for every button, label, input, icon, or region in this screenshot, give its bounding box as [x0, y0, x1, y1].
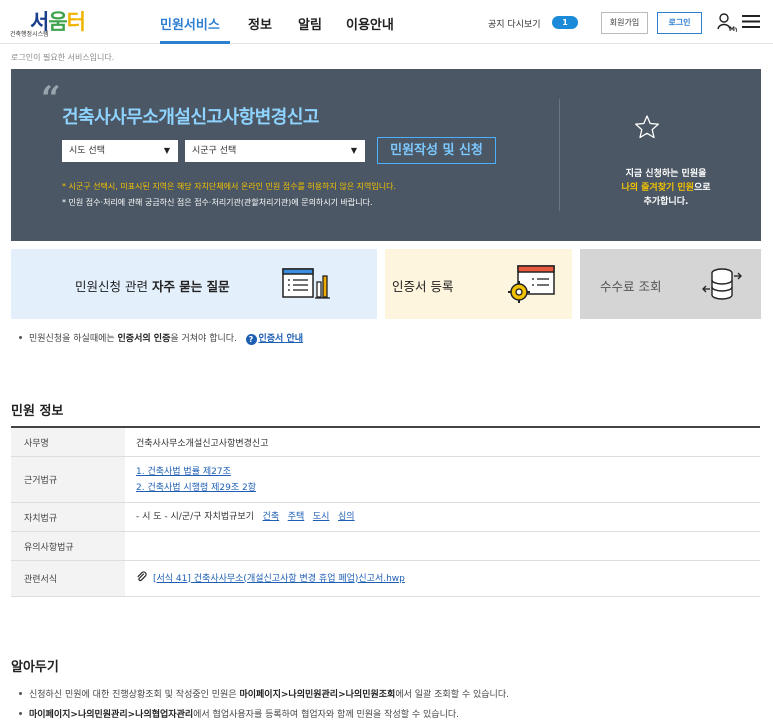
- chevron-down-icon: ▼: [163, 146, 170, 155]
- faq-board-icon: [282, 268, 330, 299]
- favorite-text-line2[interactable]: 나의 즐겨찾기 민원으로: [571, 180, 761, 193]
- row-value: 건축사사무소개설신고사항변경신고: [136, 438, 269, 449]
- chevron-down-icon: ▼: [350, 146, 357, 155]
- favorite-text-line1: 지금 신청하는 민원을: [625, 169, 707, 179]
- service-hero: “ 건축사사무소개설신고사항변경신고 시도 선택 ▼ 시군구 선택 ▼ 민원작성 및…: [11, 69, 761, 241]
- bullet: [19, 336, 22, 339]
- star-icon[interactable]: [634, 114, 660, 140]
- row-value: - 시 도 - 시/군/구 자치법규보기 건축 주택 도시 심의: [136, 512, 355, 522]
- nav-active-underline: [160, 41, 230, 44]
- local-law-link-building[interactable]: 건축: [263, 512, 280, 522]
- faq-card-label: 민원신청 관련 자주 묻는 질문: [75, 279, 230, 294]
- table-row: 사무명 건축사사무소개설신고사항변경신고: [11, 428, 760, 457]
- nav-civil-service[interactable]: 민원서비스: [160, 14, 220, 33]
- local-law-link-city[interactable]: 도시: [313, 512, 330, 522]
- know-item-1: 신청하신 민원에 대한 진행상황조회 및 작성중인 민원은 마이페이지>나의민원…: [19, 687, 509, 700]
- know-item-2: 마이페이지>나의민원관리>나의협업자관리에서 협업사용자를 등록하여 협업자와 …: [19, 707, 459, 720]
- cert-guide-link[interactable]: ? 인증서 안내: [245, 334, 303, 345]
- svg-text:My: My: [729, 26, 737, 32]
- table-row: 근거법규 1. 건축사법 법률 제27조 2. 건축사법 시행령 제29조 2항: [11, 457, 760, 503]
- row-header: 관련서식: [11, 561, 125, 596]
- info-section-title: 민원 정보: [11, 404, 64, 419]
- bullet: [19, 712, 22, 715]
- nav-notice[interactable]: 알림: [298, 14, 322, 33]
- login-required-notice: 로그인이 필요한 서비스입니다.: [11, 53, 115, 62]
- question-icon: ?: [245, 334, 257, 345]
- info-table: 사무명 건축사사무소개설신고사항변경신고 근거법규 1. 건축사법 법률 제27…: [11, 426, 760, 597]
- form-download-link[interactable]: [서식 41] 건축사사무소(개설신고사항 변경 휴업 폐업)신고서.hwp: [153, 574, 405, 584]
- join-button[interactable]: 회원가입: [601, 12, 648, 34]
- local-law-link-review[interactable]: 심의: [338, 512, 355, 522]
- paperclip-icon: [137, 570, 147, 581]
- row-value: [서식 41] 건축사사무소(개설신고사항 변경 휴업 폐업)신고서.hwp: [125, 561, 760, 596]
- row-value: [125, 532, 760, 560]
- favorite-text-line3: 추가합니다.: [643, 197, 689, 207]
- row-header: 근거법규: [11, 457, 125, 502]
- region-note: * 시군구 선택시, 미표시된 지역은 해당 자치단체에서 온라인 민원 접수를…: [62, 182, 396, 191]
- database-icon: [702, 268, 742, 300]
- contact-note: * 민원 접수·처리에 관해 궁금하신 점은 접수·처리기관(관할처리기관)에 …: [62, 198, 373, 207]
- fee-card-label: 수수료 조회: [600, 279, 662, 294]
- login-button[interactable]: 로그인: [657, 12, 702, 34]
- know-section-title: 알아두기: [11, 660, 59, 675]
- hero-divider: [559, 99, 560, 211]
- row-header: 사무명: [11, 428, 125, 456]
- logo[interactable]: 서움터 건축행정시스템: [10, 6, 100, 38]
- hamburger-menu-icon[interactable]: [742, 14, 760, 29]
- law-link-2[interactable]: 2. 건축사법 시행령 제29조 2항: [136, 483, 256, 493]
- law-link-1[interactable]: 1. 건축사법 법률 제27조: [136, 467, 231, 477]
- table-row: 자치법규 - 시 도 - 시/군/구 자치법규보기 건축 주택 도시 심의: [11, 503, 760, 532]
- local-law-link-housing[interactable]: 주택: [288, 512, 305, 522]
- notice-toggle[interactable]: 1: [552, 16, 578, 29]
- quote-icon: “: [41, 79, 61, 119]
- certificate-note: 민원신청을 하실때에는 인증서의 인증을 거쳐야 합니다. ? 인증서 안내: [19, 331, 303, 345]
- sido-select[interactable]: 시도 선택 ▼: [62, 140, 178, 162]
- cert-card-label: 인증서 등록: [392, 279, 454, 294]
- table-row: 유의사항법규: [11, 532, 760, 561]
- bullet: [19, 692, 22, 695]
- sigungu-select[interactable]: 시군구 선택 ▼: [185, 140, 365, 162]
- apply-button[interactable]: 민원작성 및 신청: [377, 137, 496, 164]
- notice-replay-label[interactable]: 공지 다시보기: [488, 17, 541, 30]
- certificate-gear-icon: [508, 265, 555, 303]
- faq-card[interactable]: 민원신청 관련 자주 묻는 질문: [11, 249, 377, 319]
- my-page-icon[interactable]: My: [717, 12, 737, 32]
- table-row: 관련서식 [서식 41] 건축사사무소(개설신고사항 변경 휴업 폐업)신고서.…: [11, 561, 760, 597]
- site-header: 서움터 건축행정시스템 민원서비스 정보 알림 이용안내 공지 다시보기 1 회…: [0, 0, 773, 44]
- nav-guide[interactable]: 이용안내: [346, 14, 394, 33]
- cert-register-card[interactable]: 인증서 등록: [385, 249, 572, 319]
- nav-info[interactable]: 정보: [248, 14, 272, 33]
- fee-lookup-card[interactable]: 수수료 조회: [580, 249, 761, 319]
- row-value: 1. 건축사법 법률 제27조 2. 건축사법 시행령 제29조 2항: [125, 457, 760, 502]
- row-header: 자치법규: [11, 503, 125, 531]
- service-title: 건축사사무소개설신고사항변경신고: [62, 107, 319, 128]
- logo-subtitle: 건축행정시스템: [10, 31, 49, 38]
- row-header: 유의사항법규: [11, 532, 125, 560]
